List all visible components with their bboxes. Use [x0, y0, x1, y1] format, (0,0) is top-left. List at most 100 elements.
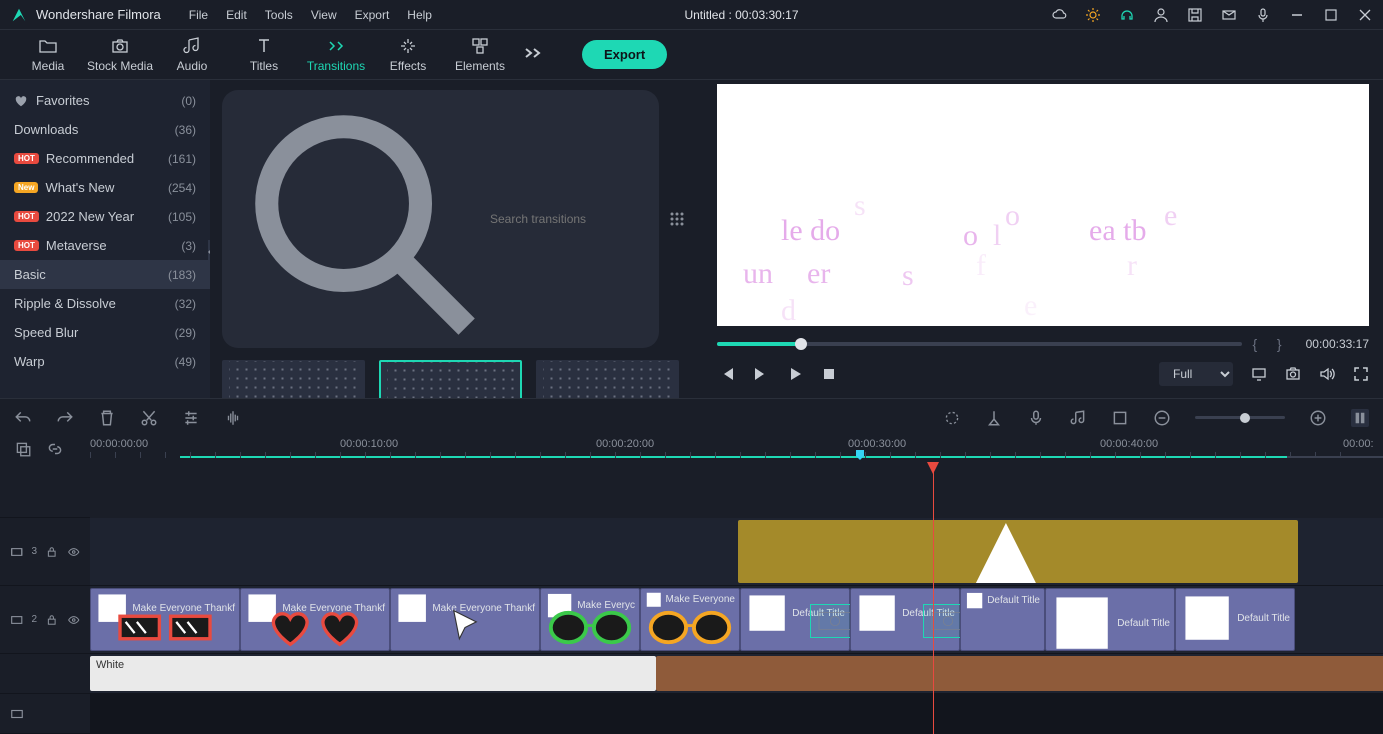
transition-fade-grayscale[interactable]: Fade Grayscale [536, 360, 679, 398]
sun-icon[interactable] [1085, 7, 1101, 23]
user-icon[interactable] [1153, 7, 1169, 23]
display-icon[interactable] [1251, 366, 1267, 382]
timeline-marker[interactable] [856, 450, 864, 460]
ruler-mark: 00:00: [1343, 438, 1374, 450]
preview-text: o [963, 219, 978, 253]
render-icon[interactable] [943, 409, 961, 427]
volume-icon[interactable] [1319, 366, 1335, 382]
sidebar-item-speed-blur[interactable]: Speed Blur(29) [0, 318, 210, 347]
sidebar-item-recommended[interactable]: HOTRecommended(161) [0, 144, 210, 173]
tab-effects[interactable]: Effects [372, 32, 444, 77]
app-logo-icon [10, 6, 28, 24]
transition-fade[interactable]: Fade [222, 360, 365, 398]
menu-edit[interactable]: Edit [226, 8, 247, 22]
fullscreen-icon[interactable] [1353, 366, 1369, 382]
sidebar-item-basic[interactable]: Basic(183) [0, 260, 210, 289]
video-clip[interactable]: Make Everyone [640, 588, 740, 651]
menu-tools[interactable]: Tools [265, 8, 293, 22]
sidebar-item-2022-new-year[interactable]: HOT2022 New Year(105) [0, 202, 210, 231]
menu-file[interactable]: File [189, 8, 208, 22]
save-icon[interactable] [1187, 7, 1203, 23]
track-header-extra[interactable] [0, 694, 90, 734]
menu-export[interactable]: Export [355, 8, 390, 22]
playhead[interactable] [933, 462, 934, 734]
seek-slider[interactable] [717, 342, 1242, 346]
close-icon[interactable] [1357, 7, 1373, 23]
lock-icon[interactable] [45, 613, 58, 627]
adjust-icon[interactable] [182, 409, 200, 427]
minimize-icon[interactable] [1289, 7, 1305, 23]
marker-icon[interactable] [985, 409, 1003, 427]
play-button[interactable] [787, 366, 803, 382]
export-button[interactable]: Export [582, 40, 667, 69]
tab-transitions[interactable]: Transitions [300, 32, 372, 77]
search-icon [236, 96, 482, 342]
voiceover-icon[interactable] [1027, 409, 1045, 427]
next-frame-button[interactable] [753, 366, 769, 382]
zoom-slider[interactable] [1195, 416, 1285, 419]
sidebar-item-favorites[interactable]: Favorites(0) [0, 86, 210, 115]
clip-mild[interactable]: Mild [738, 520, 1298, 583]
track-row-audio[interactable]: White [90, 654, 1383, 694]
timeline-ruler[interactable]: 00:00:00:0000:00:10:0000:00:20:0000:00:3… [90, 436, 1383, 462]
tab-stock-media[interactable]: Stock Media [84, 32, 156, 77]
sidebar-item-metaverse[interactable]: HOTMetaverse(3) [0, 231, 210, 260]
snapshot-icon[interactable] [1285, 366, 1301, 382]
video-clip[interactable]: Make Everyone Thankf [240, 588, 390, 651]
zoom-out-icon[interactable] [1153, 409, 1171, 427]
sidebar-item-ripple---dissolve[interactable]: Ripple & Dissolve(32) [0, 289, 210, 318]
video-clip[interactable]: Make Everyone Thankf [90, 588, 240, 651]
cut-icon[interactable] [140, 409, 158, 427]
redo-icon[interactable] [56, 409, 74, 427]
video-clip[interactable]: Default Title [960, 588, 1045, 651]
track-header-3[interactable]: 3 [0, 518, 90, 586]
stop-button[interactable] [821, 366, 837, 382]
delete-icon[interactable] [98, 409, 116, 427]
more-tabs-icon[interactable] [524, 47, 542, 62]
music-icon[interactable] [1069, 409, 1087, 427]
menu-view[interactable]: View [311, 8, 337, 22]
track-row-2[interactable]: Make Everyone ThankfMake Everyone Thankf… [90, 586, 1383, 654]
timeline-link-icon[interactable] [46, 440, 64, 458]
menu-help[interactable]: Help [407, 8, 432, 22]
search-input[interactable] [490, 212, 645, 226]
eye-icon[interactable] [67, 613, 80, 627]
tab-titles[interactable]: Titles [228, 32, 300, 77]
video-clip[interactable]: Default Title [1175, 588, 1295, 651]
undo-icon[interactable] [14, 409, 32, 427]
sidebar-item-warp[interactable]: Warp(49) [0, 347, 210, 376]
grid-view-icon[interactable] [669, 211, 685, 227]
timeline-mode-icon[interactable] [1351, 409, 1369, 427]
timeline-copy-icon[interactable] [14, 440, 32, 458]
tab-audio[interactable]: Audio [156, 32, 228, 77]
video-clip[interactable]: Make Everyone Thankf [390, 588, 540, 651]
track-row-3[interactable]: Mild [90, 518, 1383, 586]
preview-viewport[interactable]: soele doolea tbunersfrde [717, 84, 1369, 326]
track-header-audio[interactable] [0, 654, 90, 694]
zoom-in-icon[interactable] [1309, 409, 1327, 427]
video-clip[interactable]: Default Title [1045, 588, 1175, 651]
cloud-icon[interactable] [1051, 7, 1067, 23]
audio-wave-icon[interactable] [224, 409, 242, 427]
headphones-icon[interactable] [1119, 7, 1135, 23]
mail-icon[interactable] [1221, 7, 1237, 23]
prev-frame-button[interactable] [719, 366, 735, 382]
sidebar-item-what-s-new[interactable]: NewWhat's New(254) [0, 173, 210, 202]
transition-dissolve[interactable]: Dissolve [379, 360, 522, 398]
sidebar-item-downloads[interactable]: Downloads(36) [0, 115, 210, 144]
clip-audio[interactable] [656, 656, 1383, 691]
tab-elements[interactable]: Elements [444, 32, 516, 77]
lock-icon[interactable] [45, 545, 58, 559]
clip-white[interactable]: White [90, 656, 656, 691]
search-box[interactable] [222, 90, 659, 348]
app-name: Wondershare Filmora [36, 7, 161, 22]
video-clip[interactable]: Make Everyc [540, 588, 640, 651]
eye-icon[interactable] [67, 545, 80, 559]
crop-icon[interactable] [1111, 409, 1129, 427]
track-row-extra[interactable] [90, 694, 1383, 734]
quality-select[interactable]: Full [1159, 362, 1233, 386]
tab-media[interactable]: Media [12, 32, 84, 77]
track-header-2[interactable]: 2 [0, 586, 90, 654]
mic-download-icon[interactable] [1255, 7, 1271, 23]
maximize-icon[interactable] [1323, 7, 1339, 23]
